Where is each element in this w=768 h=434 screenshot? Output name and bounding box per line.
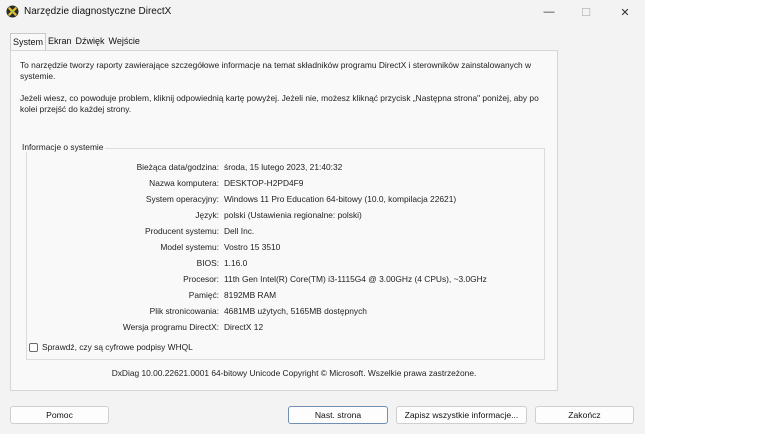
info-row-computer-name: Nazwa komputera: DESKTOP-H2PD4F9 (27, 178, 546, 190)
save-all-info-button[interactable]: Zapisz wszystkie informacje... (396, 406, 527, 424)
info-row-os: System operacyjny: Windows 11 Pro Educat… (27, 194, 546, 206)
maximize-icon: ☐ (581, 6, 591, 19)
intro-paragraph-1: To narzędzie tworzy raporty zawierające … (20, 60, 532, 81)
copyright-text: DxDiag 10.00.22621.0001 64-bitowy Unicod… (111, 368, 477, 378)
minimize-button[interactable]: — (535, 2, 563, 22)
system-tab-panel: To narzędzie tworzy raporty zawierające … (10, 50, 558, 391)
close-icon: ✕ (620, 6, 630, 19)
title-bar[interactable]: Narzędzie diagnostyczne DirectX — ☐ ✕ (0, 0, 645, 24)
next-page-button[interactable]: Nast. strona (288, 406, 388, 424)
info-value: 4681MB użytych, 5165MB dostępnych (224, 306, 367, 316)
system-info-group-title: Informacje o systemie (20, 142, 106, 152)
info-row-memory: Pamięć: 8192MB RAM (27, 290, 546, 302)
info-row-model: Model systemu: Vostro 15 3510 (27, 242, 546, 254)
close-button[interactable]: ✕ (611, 2, 639, 22)
info-row-pagefile: Plik stronicowania: 4681MB użytych, 5165… (27, 306, 546, 318)
window-title: Narzędzie diagnostyczne DirectX (24, 6, 172, 17)
info-label: BIOS: (196, 258, 219, 268)
info-value: Vostro 15 3510 (224, 242, 281, 252)
directx-x-icon (6, 5, 19, 18)
info-value: 8192MB RAM (224, 290, 277, 300)
info-row-manufacturer: Producent systemu: Dell Inc. (27, 226, 546, 238)
info-value: Dell Inc. (224, 226, 255, 236)
info-label: Język: (195, 210, 219, 220)
info-label: System operacyjny: (145, 194, 219, 204)
info-row-bios: BIOS: 1.16.0 (27, 258, 546, 270)
dxdiag-window: Narzędzie diagnostyczne DirectX — ☐ ✕ Sy… (0, 0, 645, 434)
info-row-language: Język: polski (Ustawienia regionalne: po… (27, 210, 546, 222)
info-value: Windows 11 Pro Education 64-bitowy (10.0… (224, 194, 457, 204)
info-row-directx-version: Wersja programu DirectX: DirectX 12 (27, 322, 546, 334)
info-label: Procesor: (183, 274, 219, 284)
whql-checkbox-label[interactable]: Sprawdź, czy są cyfrowe podpisy WHQL (42, 342, 193, 352)
maximize-button[interactable]: ☐ (572, 2, 600, 22)
info-label: Producent systemu: (144, 226, 219, 236)
info-value: DirectX 12 (224, 322, 264, 332)
info-label: Model systemu: (160, 242, 219, 252)
info-label: Nazwa komputera: (149, 178, 219, 188)
help-button[interactable]: Pomoc (10, 406, 109, 424)
info-value: 11th Gen Intel(R) Core(TM) i3-1115G4 @ 3… (224, 274, 487, 284)
whql-checkbox[interactable] (29, 342, 38, 352)
info-label: Bieżąca data/godzina: (136, 162, 219, 172)
minimize-icon: — (543, 6, 555, 18)
tab-strip: System Ekran Dźwięk Wejście (10, 33, 142, 52)
info-row-datetime: Bieżąca data/godzina: środa, 15 lutego 2… (27, 162, 546, 174)
info-label: Wersja programu DirectX: (122, 322, 219, 332)
desktop-background (645, 0, 768, 434)
intro-paragraph-2: Jeżeli wiesz, co powoduje problem, klikn… (20, 93, 539, 114)
info-value: 1.16.0 (224, 258, 248, 268)
info-value: DESKTOP-H2PD4F9 (224, 178, 304, 188)
tab-ekran[interactable]: Ekran (46, 33, 74, 50)
tab-wejscie[interactable]: Wejście (107, 33, 142, 50)
info-label: Pamięć: (188, 290, 219, 300)
system-info-group: Bieżąca data/godzina: środa, 15 lutego 2… (26, 148, 545, 360)
info-row-processor: Procesor: 11th Gen Intel(R) Core(TM) i3-… (27, 274, 546, 286)
exit-button[interactable]: Zakończ (535, 406, 634, 424)
whql-checkbox-row[interactable]: Sprawdź, czy są cyfrowe podpisy WHQL (29, 341, 193, 353)
info-value: polski (Ustawienia regionalne: polski) (224, 210, 362, 220)
tab-dzwiek[interactable]: Dźwięk (74, 33, 107, 50)
info-label: Plik stronicowania: (149, 306, 219, 316)
info-value: środa, 15 lutego 2023, 21:40:32 (224, 162, 343, 172)
